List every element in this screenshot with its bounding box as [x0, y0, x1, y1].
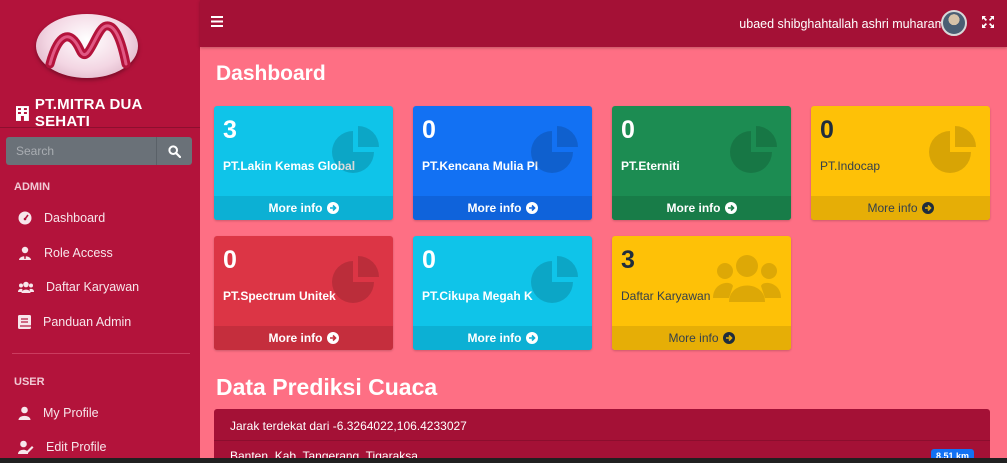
- sidebar-item-daftar-karyawan[interactable]: Daftar Karyawan: [0, 272, 200, 302]
- page-title: Dashboard: [216, 62, 326, 85]
- dashboard-icon: [18, 211, 32, 225]
- pie-chart-icon: [531, 256, 578, 303]
- user-icon: [18, 406, 31, 420]
- small-box-cikupa-megah-k: 0 PT.Cikupa Megah K More info: [413, 236, 592, 350]
- box-label: PT.Indocap: [820, 159, 881, 173]
- pie-chart-icon: [332, 126, 379, 173]
- sidebar-item-dashboard[interactable]: Dashboard: [0, 203, 200, 233]
- users-icon: [713, 255, 781, 302]
- arrow-circle-right-icon: [326, 202, 339, 214]
- box-count: 0: [223, 246, 237, 274]
- small-box-indocap: 0 PT.Indocap More info: [811, 106, 990, 220]
- more-info-link[interactable]: More info: [214, 196, 393, 220]
- weather-card: Jarak terdekat dari -6.3264022,106.42330…: [214, 409, 990, 463]
- box-count: 0: [621, 116, 635, 144]
- arrow-circle-right-icon: [724, 202, 737, 214]
- company-logo[interactable]: [36, 14, 138, 78]
- sidebar-item-label: Role Access: [44, 246, 113, 260]
- small-box-lakin-kemas-global: 3 PT.Lakin Kemas Global More info: [214, 106, 393, 220]
- sidebar-item-label: Panduan Admin: [43, 315, 132, 329]
- sidebar-item-my-profile[interactable]: My Profile: [0, 398, 200, 428]
- box-count: 0: [422, 116, 436, 144]
- weather-card-header: Jarak terdekat dari -6.3264022,106.42330…: [214, 409, 990, 441]
- user-section-header: USER: [14, 376, 45, 388]
- sidebar-item-panduan-admin[interactable]: Panduan Admin: [0, 307, 200, 337]
- user-avatar[interactable]: [941, 10, 967, 36]
- user-name[interactable]: ubaed shibghahtallah ashri muharam: [739, 17, 945, 31]
- more-info-link[interactable]: More info: [612, 326, 791, 350]
- weather-section-title: Data Prediksi Cuaca: [216, 374, 438, 400]
- user-tie-icon: [19, 246, 31, 260]
- sidebar-item-label: My Profile: [43, 406, 99, 420]
- box-count: 3: [621, 246, 635, 274]
- fullscreen-icon[interactable]: [982, 16, 994, 28]
- top-navbar: ubaed shibghahtallah ashri muharam: [200, 0, 1007, 47]
- box-label: PT.Eterniti: [621, 159, 680, 173]
- search-input[interactable]: [6, 137, 156, 165]
- box-count: 3: [223, 116, 237, 144]
- search-icon: [168, 144, 181, 158]
- pie-chart-icon: [929, 126, 976, 173]
- brand[interactable]: PT.MITRA DUA SEHATI: [0, 0, 200, 130]
- box-label: PT.Kencana Mulia PI: [422, 159, 539, 173]
- small-box-eterniti: 0 PT.Eterniti More info: [612, 106, 791, 220]
- sidebar-item-role-access[interactable]: Role Access: [0, 238, 200, 268]
- box-label: PT.Spectrum Unitek: [223, 289, 336, 303]
- arrow-circle-right-icon: [525, 202, 538, 214]
- pie-chart-icon: [531, 126, 578, 173]
- hamburger-menu-icon[interactable]: [211, 16, 223, 27]
- more-info-link[interactable]: More info: [811, 196, 990, 220]
- os-taskbar: [0, 458, 1007, 463]
- sidebar: PT.MITRA DUA SEHATI ADMIN Dashboard Role…: [0, 0, 200, 463]
- sidebar-divider: [12, 353, 190, 354]
- building-icon: [16, 105, 29, 121]
- user-edit-icon: [18, 440, 34, 454]
- box-count: 0: [422, 246, 436, 274]
- box-label: PT.Cikupa Megah K: [422, 289, 533, 303]
- admin-section-header: ADMIN: [14, 181, 51, 193]
- users-icon: [18, 281, 34, 293]
- arrow-circle-right-icon: [525, 332, 538, 344]
- small-box-kencana-mulia-pi: 0 PT.Kencana Mulia PI More info: [413, 106, 592, 220]
- sidebar-search: [6, 137, 192, 165]
- sidebar-item-label: Edit Profile: [46, 440, 107, 454]
- more-info-link[interactable]: More info: [612, 196, 791, 220]
- arrow-circle-right-icon: [921, 202, 934, 214]
- arrow-circle-right-icon: [722, 332, 735, 344]
- book-icon: [18, 315, 31, 329]
- arrow-circle-right-icon: [326, 332, 339, 344]
- more-info-link[interactable]: More info: [413, 326, 592, 350]
- search-button[interactable]: [156, 137, 192, 165]
- more-info-link[interactable]: More info: [214, 326, 393, 350]
- sidebar-item-label: Daftar Karyawan: [46, 280, 140, 294]
- box-count: 0: [820, 116, 834, 144]
- pie-chart-icon: [730, 126, 777, 173]
- small-box-daftar-karyawan: 3 Daftar Karyawan More info: [612, 236, 791, 350]
- more-info-link[interactable]: More info: [413, 196, 592, 220]
- pie-chart-icon: [332, 256, 379, 303]
- sidebar-item-label: Dashboard: [44, 211, 106, 225]
- brand-name: PT.MITRA DUA SEHATI: [34, 96, 143, 130]
- box-label: Daftar Karyawan: [621, 289, 711, 303]
- small-box-spectrum-unitek: 0 PT.Spectrum Unitek More info: [214, 236, 393, 350]
